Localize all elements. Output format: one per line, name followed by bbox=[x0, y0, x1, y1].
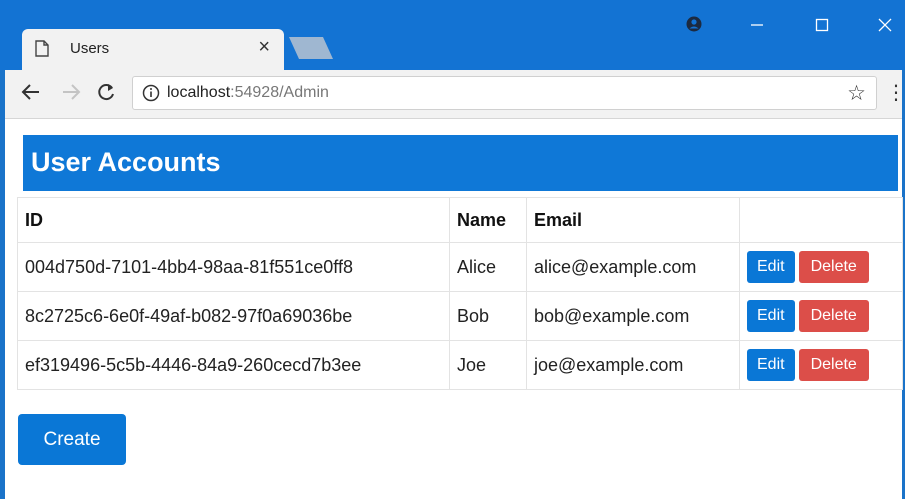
close-icon[interactable] bbox=[870, 12, 900, 38]
column-header-name: Name bbox=[449, 197, 527, 243]
user-email-cell: alice@example.com bbox=[526, 242, 740, 292]
address-bar[interactable]: localhost:54928/Admin ☆ bbox=[132, 76, 877, 110]
users-table: ID Name Email 004d750d-7101-4bb4-98aa-81… bbox=[17, 197, 903, 390]
delete-button[interactable]: Delete bbox=[798, 349, 869, 381]
browser-titlebar: Users × bbox=[0, 0, 905, 70]
maximize-icon[interactable] bbox=[807, 12, 837, 38]
table-header-row: ID Name Email bbox=[17, 197, 903, 243]
delete-button[interactable]: Delete bbox=[798, 300, 869, 332]
page-icon bbox=[35, 40, 49, 62]
edit-button[interactable]: Edit bbox=[747, 349, 795, 381]
user-name-cell: Joe bbox=[449, 340, 527, 390]
user-name-cell: Alice bbox=[449, 242, 527, 292]
browser-toolbar: localhost:54928/Admin ☆ ⋮ bbox=[5, 70, 905, 119]
profile-icon[interactable] bbox=[686, 16, 702, 37]
user-name-cell: Bob bbox=[449, 291, 527, 341]
actions-cell: Edit Delete bbox=[739, 340, 903, 390]
forward-arrow-icon[interactable] bbox=[58, 81, 84, 107]
table-row: 8c2725c6-6e0f-49af-b082-97f0a69036be Bob… bbox=[17, 291, 903, 341]
user-id-cell: 004d750d-7101-4bb4-98aa-81f551ce0ff8 bbox=[17, 242, 450, 292]
menu-icon[interactable]: ⋮ bbox=[886, 81, 905, 105]
user-email-cell: bob@example.com bbox=[526, 291, 740, 341]
column-header-id: ID bbox=[17, 197, 450, 243]
table-row: 004d750d-7101-4bb4-98aa-81f551ce0ff8 Ali… bbox=[17, 242, 903, 292]
minimize-icon[interactable] bbox=[742, 12, 772, 38]
star-icon[interactable]: ☆ bbox=[847, 81, 866, 106]
url-text: localhost:54928/Admin bbox=[167, 84, 329, 102]
actions-cell: Edit Delete bbox=[739, 242, 903, 292]
tab-title: Users bbox=[70, 40, 110, 57]
user-id-cell: 8c2725c6-6e0f-49af-b082-97f0a69036be bbox=[17, 291, 450, 341]
reload-icon[interactable] bbox=[93, 81, 119, 107]
info-icon[interactable] bbox=[142, 84, 160, 107]
user-email-cell: joe@example.com bbox=[526, 340, 740, 390]
actions-cell: Edit Delete bbox=[739, 291, 903, 341]
column-header-email: Email bbox=[526, 197, 740, 243]
delete-button[interactable]: Delete bbox=[798, 251, 869, 283]
column-header-actions bbox=[739, 197, 903, 243]
edit-button[interactable]: Edit bbox=[747, 251, 795, 283]
page-title: User Accounts bbox=[23, 135, 898, 191]
url-host: localhost bbox=[167, 84, 231, 101]
new-tab-button[interactable] bbox=[289, 37, 333, 64]
url-path: :54928/Admin bbox=[230, 84, 329, 101]
browser-tab[interactable]: Users × bbox=[22, 29, 284, 70]
user-id-cell: ef319496-5c5b-4446-84a9-260cecd7b3ee bbox=[17, 340, 450, 390]
edit-button[interactable]: Edit bbox=[747, 300, 795, 332]
tab-close-icon[interactable]: × bbox=[258, 36, 270, 59]
back-arrow-icon[interactable] bbox=[18, 81, 44, 107]
table-row: ef319496-5c5b-4446-84a9-260cecd7b3ee Joe… bbox=[17, 340, 903, 390]
create-button[interactable]: Create bbox=[18, 414, 126, 465]
